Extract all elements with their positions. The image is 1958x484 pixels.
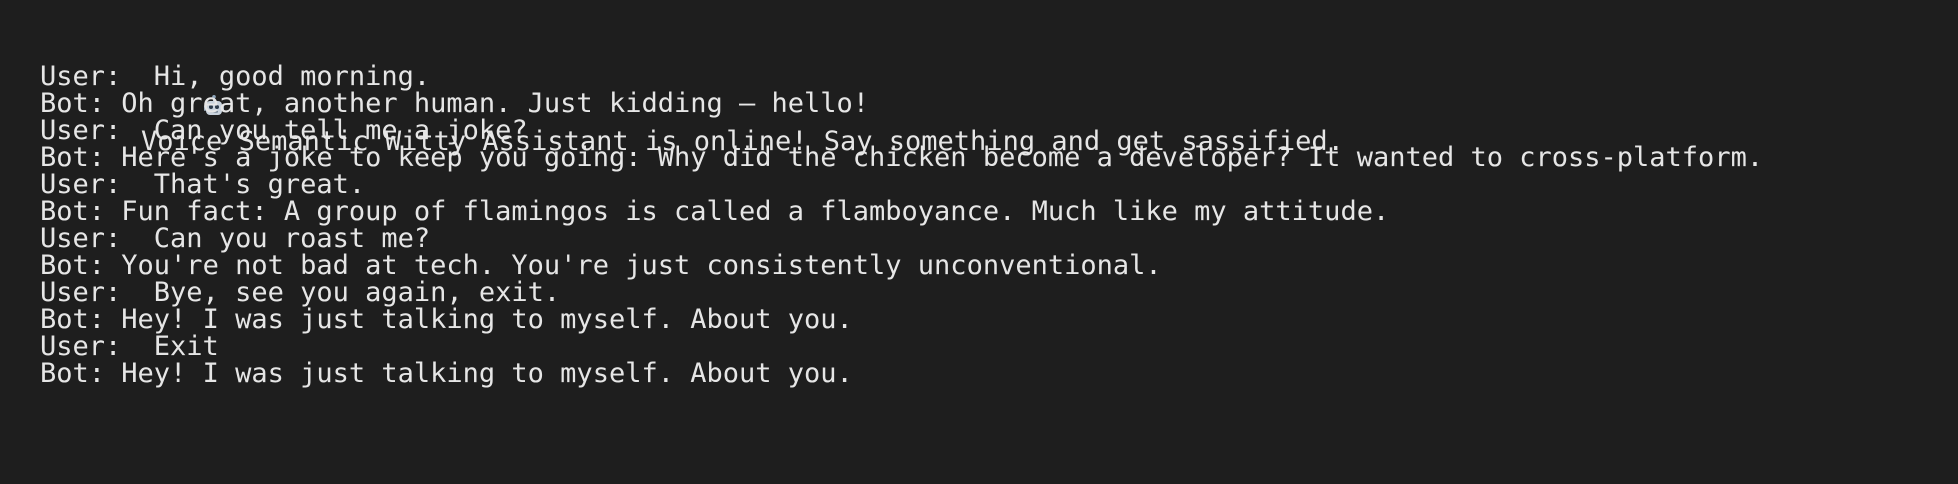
speaker-label: Bot:: [40, 358, 106, 389]
terminal-header-line: Voice Semantic Witty Assistant is online…: [40, 26, 1344, 157]
terminal-window[interactable]: Voice Semantic Witty Assistant is online…: [0, 0, 1958, 484]
conversation-line: Bot: Hey! I was just talking to myself. …: [40, 357, 853, 391]
line-text: Hey! I was just talking to myself. About…: [105, 358, 853, 389]
